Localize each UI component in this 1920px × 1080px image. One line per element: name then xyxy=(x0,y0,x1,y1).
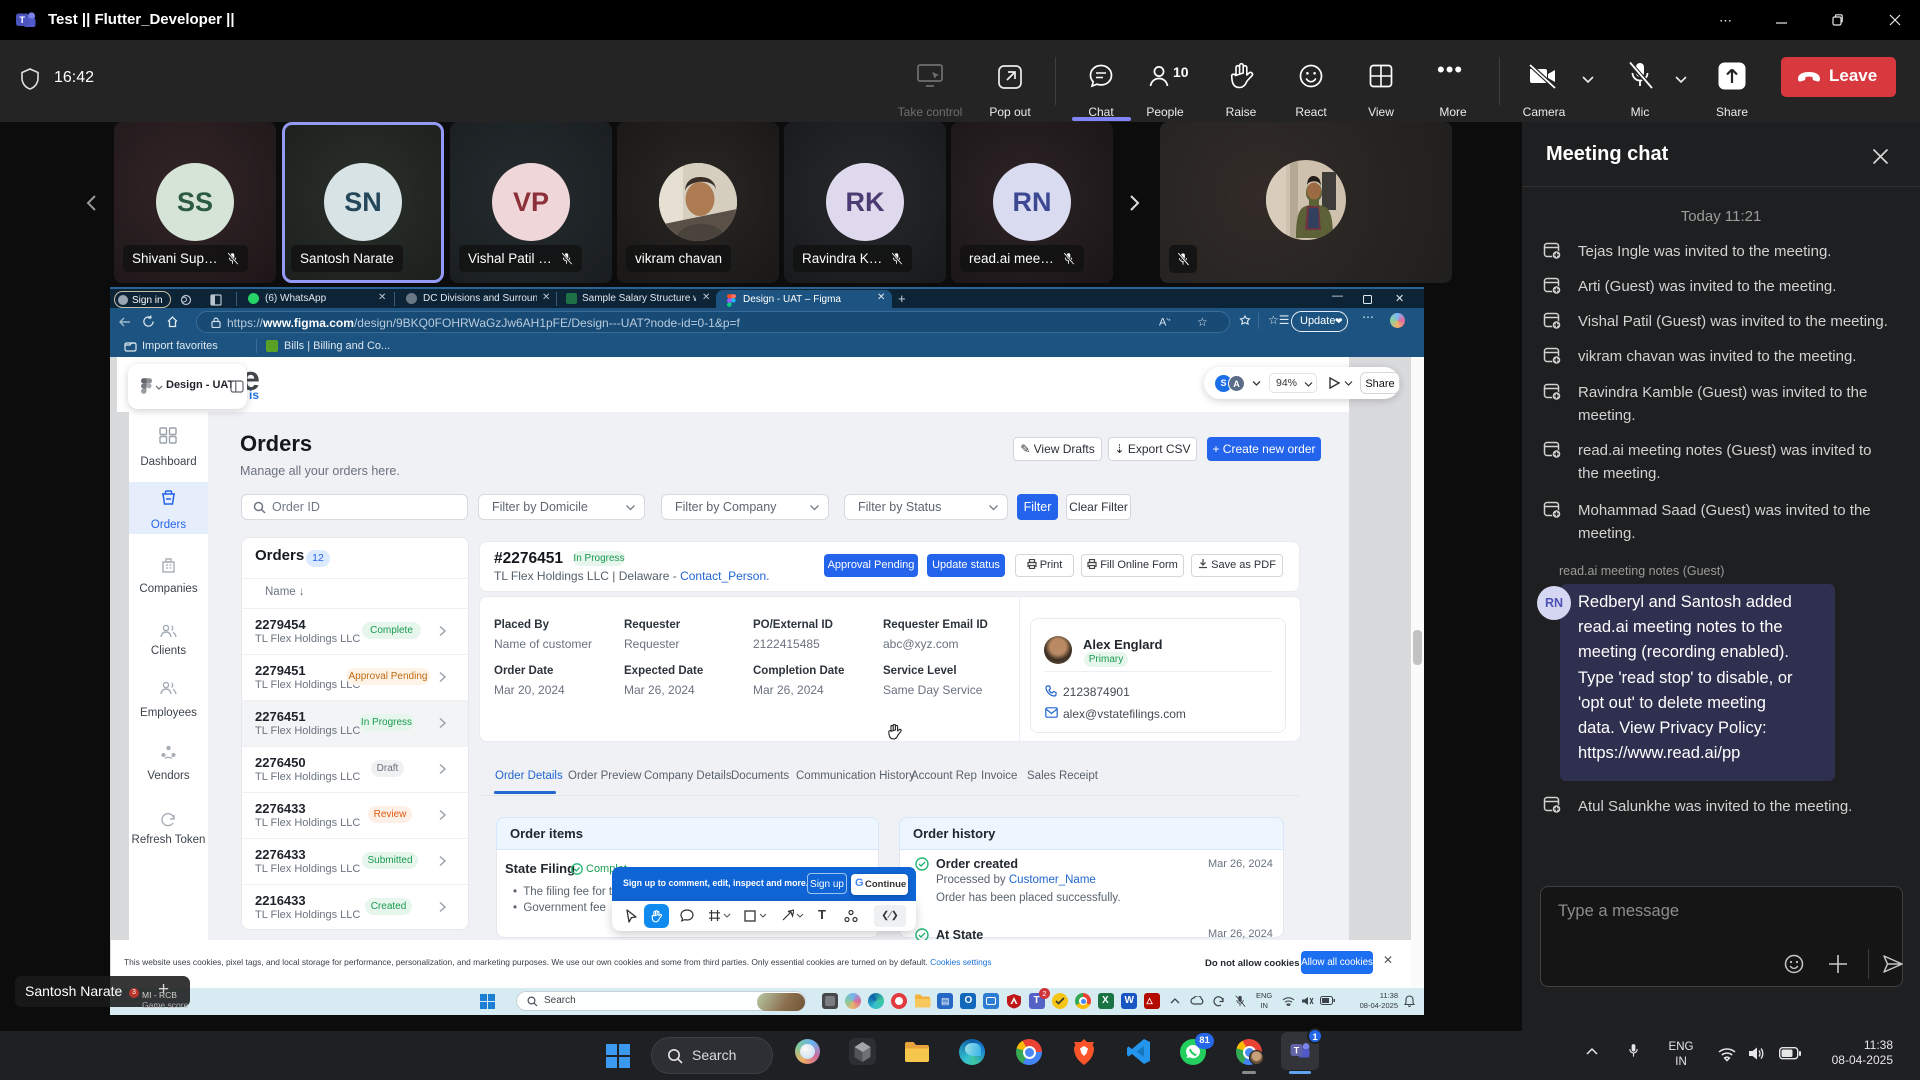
svg-text:T: T xyxy=(1294,1046,1300,1056)
